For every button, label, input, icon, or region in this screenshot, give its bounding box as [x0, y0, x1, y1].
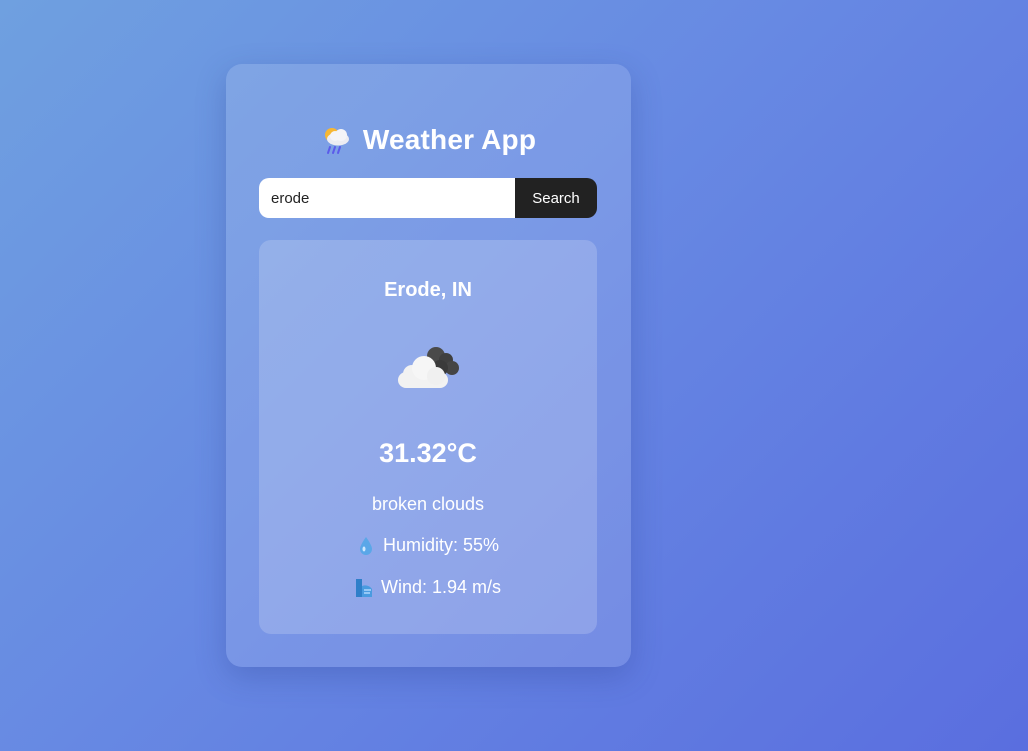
- search-bar: Search: [259, 178, 597, 218]
- wind-icon: [355, 578, 373, 598]
- weather-result-panel: Erode, IN 31.32°C broken clouds Humidity…: [259, 240, 597, 634]
- temperature: 31.32°C: [379, 438, 477, 468]
- humidity-text: Humidity: 55%: [382, 535, 500, 555]
- app-title: Weather App: [362, 124, 537, 155]
- search-button[interactable]: Search: [515, 178, 597, 218]
- app-header: Weather App: [226, 124, 631, 156]
- droplet-icon: [357, 536, 375, 556]
- sun-cloud-rain-icon: [321, 124, 353, 156]
- weather-card: Weather App Search Erode, IN 31.32°C bro…: [226, 64, 631, 667]
- city-name: Erode, IN: [384, 279, 472, 301]
- wind-row: Wind: 1.94 m/s: [259, 577, 597, 598]
- weather-description: broken clouds: [371, 494, 485, 514]
- wind-text: Wind: 1.94 m/s: [380, 577, 502, 597]
- humidity-row: Humidity: 55%: [259, 535, 597, 556]
- city-search-input[interactable]: [259, 178, 515, 218]
- broken-clouds-icon: [394, 338, 464, 398]
